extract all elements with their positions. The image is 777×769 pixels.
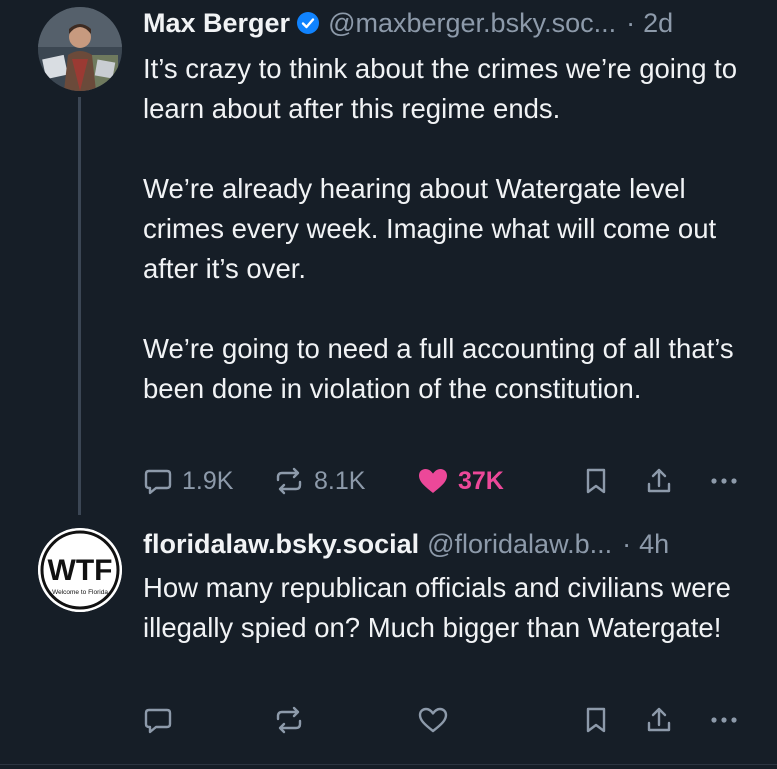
more-icon xyxy=(709,705,739,735)
post-paragraph: It’s crazy to think about the crimes we’… xyxy=(143,53,738,124)
post-header: Max Berger @maxberger.bsky.soc... · 2d xyxy=(143,3,673,43)
post-paragraph: How many republican officials and civili… xyxy=(143,572,731,643)
repost-icon xyxy=(273,705,305,735)
more-icon xyxy=(709,466,739,496)
separator-dot: · xyxy=(626,7,636,38)
post-header: floridalaw.bsky.social @floridalaw.b... … xyxy=(143,524,669,564)
bookmark-icon xyxy=(583,705,609,735)
share-icon xyxy=(645,466,673,496)
bookmark-button[interactable] xyxy=(583,461,609,501)
avatar-logo-subtext: Welcome to Florida xyxy=(52,589,108,596)
separator-dot: · xyxy=(622,528,632,559)
reply-button[interactable]: 1.9K xyxy=(143,461,233,501)
post-text: It’s crazy to think about the crimes we’… xyxy=(143,49,763,409)
share-icon xyxy=(645,705,673,735)
post-paragraph: We’re already hearing about Watergate le… xyxy=(143,173,717,284)
author-handle[interactable]: @maxberger.bsky.soc... xyxy=(328,8,616,39)
author-display-name[interactable]: floridalaw.bsky.social xyxy=(143,529,419,560)
heart-icon xyxy=(417,705,449,735)
post-timestamp[interactable]: 4h xyxy=(639,529,669,560)
reply-icon xyxy=(143,705,173,735)
post-timestamp[interactable]: 2d xyxy=(643,8,673,39)
post-text: How many republican officials and civili… xyxy=(143,568,763,648)
repost-button[interactable]: 8.1K xyxy=(273,461,365,501)
bookmark-button[interactable] xyxy=(583,700,609,740)
share-button[interactable] xyxy=(645,700,673,740)
repost-button[interactable] xyxy=(273,700,305,740)
more-options-button[interactable] xyxy=(709,700,739,740)
avatar[interactable] xyxy=(38,7,122,91)
share-button[interactable] xyxy=(645,461,673,501)
reply-icon xyxy=(143,466,173,496)
repost-icon xyxy=(273,466,305,496)
more-options-button[interactable] xyxy=(709,461,739,501)
repost-count: 8.1K xyxy=(314,466,366,495)
reply-button[interactable] xyxy=(143,700,173,740)
post[interactable]: WTF Welcome to Florida floridalaw.bsky.s… xyxy=(0,512,777,769)
author-handle[interactable]: @floridalaw.b... xyxy=(427,529,612,560)
post-paragraph: We’re going to need a full accounting of… xyxy=(143,333,734,404)
bookmark-icon xyxy=(583,466,609,496)
divider xyxy=(0,764,777,765)
post-actions: 1.9K 8.1K 37K xyxy=(143,461,743,501)
reply-count: 1.9K xyxy=(182,466,234,495)
post-actions xyxy=(143,700,743,740)
avatar[interactable]: WTF Welcome to Florida xyxy=(38,528,122,612)
like-button[interactable] xyxy=(417,700,449,740)
post[interactable]: Max Berger @maxberger.bsky.soc... · 2d I… xyxy=(0,0,777,515)
verified-badge-icon xyxy=(296,11,320,35)
author-display-name[interactable]: Max Berger xyxy=(143,8,290,39)
thread-line xyxy=(78,97,81,515)
like-count: 37K xyxy=(458,466,504,495)
heart-icon xyxy=(417,466,449,496)
like-button[interactable]: 37K xyxy=(417,461,504,501)
avatar-logo-text: WTF xyxy=(48,554,113,587)
